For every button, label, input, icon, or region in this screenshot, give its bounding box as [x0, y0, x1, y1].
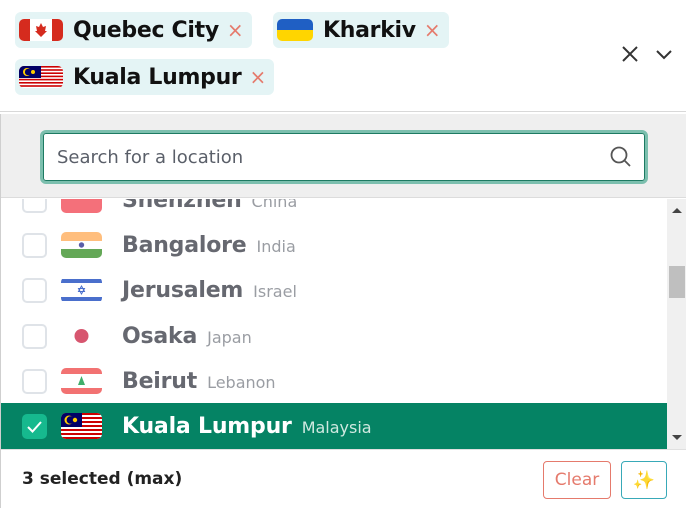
- selection-count: 3 selected (max): [22, 469, 183, 489]
- checkmark-icon: [27, 420, 42, 433]
- chip-quebec-city: Quebec City ×: [15, 12, 252, 48]
- search-icon[interactable]: [609, 145, 633, 169]
- checkbox[interactable]: [22, 368, 47, 394]
- remove-chip-icon[interactable]: ×: [249, 65, 266, 89]
- chip-kharkiv: Kharkiv ×: [273, 12, 449, 48]
- list-item[interactable]: Bangalore India: [1, 222, 667, 268]
- list-item[interactable]: Osaka Japan: [1, 313, 667, 359]
- checkbox[interactable]: [22, 199, 47, 213]
- list-item[interactable]: Jerusalem Israel: [1, 267, 667, 313]
- close-icon[interactable]: [619, 43, 641, 65]
- city-name: Bangalore: [122, 232, 247, 258]
- list-item[interactable]: Beirut Lebanon: [1, 358, 667, 404]
- checkbox[interactable]: [22, 323, 47, 349]
- chip-label: Quebec City: [73, 17, 219, 43]
- chip-kuala-lumpur: Kuala Lumpur ×: [15, 59, 275, 95]
- checkbox-checked[interactable]: [22, 413, 47, 439]
- search-input[interactable]: [57, 143, 597, 171]
- sparkles-icon: ✨: [632, 469, 656, 490]
- country-name: India: [256, 236, 296, 256]
- clear-button[interactable]: Clear: [543, 461, 611, 499]
- scrollbar[interactable]: [667, 199, 686, 449]
- scroll-down-arrow-icon[interactable]: [672, 435, 682, 440]
- country-name: Lebanon: [207, 372, 276, 392]
- lebanon-flag-icon: [61, 368, 102, 394]
- remove-chip-icon[interactable]: ×: [227, 18, 244, 42]
- city-name: Kuala Lumpur: [122, 413, 292, 439]
- dropdown-footer: 3 selected (max) Clear ✨: [1, 449, 686, 508]
- options-list[interactable]: Shenzhen China Bangalore India Jerusalem Is…: [1, 199, 667, 449]
- remove-chip-icon[interactable]: ×: [424, 18, 441, 42]
- sparkles-button[interactable]: ✨: [621, 461, 667, 499]
- scroll-up-arrow-icon[interactable]: [672, 208, 682, 213]
- scrollbar-thumb[interactable]: [669, 266, 685, 298]
- city-name: Shenzhen: [122, 199, 242, 213]
- list-item[interactable]: Shenzhen China: [1, 199, 667, 223]
- search-area: [1, 114, 686, 198]
- chip-label: Kharkiv: [323, 17, 416, 43]
- selected-values-bar[interactable]: Quebec City × Kharkiv × Kuala Lumpur ×: [0, 0, 686, 112]
- city-name: Osaka: [122, 323, 198, 349]
- country-name: China: [251, 199, 298, 211]
- city-name: Beirut: [122, 368, 198, 394]
- israel-flag-icon: [61, 277, 102, 303]
- country-name: Malaysia: [301, 417, 372, 437]
- chip-label: Kuala Lumpur: [73, 64, 242, 90]
- city-name: Jerusalem: [122, 277, 244, 303]
- ukraine-flag-icon: [277, 19, 313, 41]
- checkbox[interactable]: [22, 232, 47, 258]
- canada-flag-icon: [19, 19, 63, 41]
- search-box[interactable]: [40, 130, 648, 184]
- malaysia-flag-icon: [19, 66, 63, 88]
- checkbox[interactable]: [22, 277, 47, 303]
- malaysia-flag-icon: [61, 413, 102, 439]
- japan-flag-icon: [61, 323, 102, 349]
- list-item-selected[interactable]: Kuala Lumpur Malaysia: [1, 403, 667, 449]
- dropdown-panel: Shenzhen China Bangalore India Jerusalem Is…: [0, 114, 686, 508]
- india-flag-icon: [61, 232, 102, 258]
- country-name: Japan: [207, 327, 252, 347]
- chevron-down-icon[interactable]: [653, 43, 675, 65]
- china-flag-icon: [61, 199, 102, 213]
- country-name: Israel: [253, 281, 297, 301]
